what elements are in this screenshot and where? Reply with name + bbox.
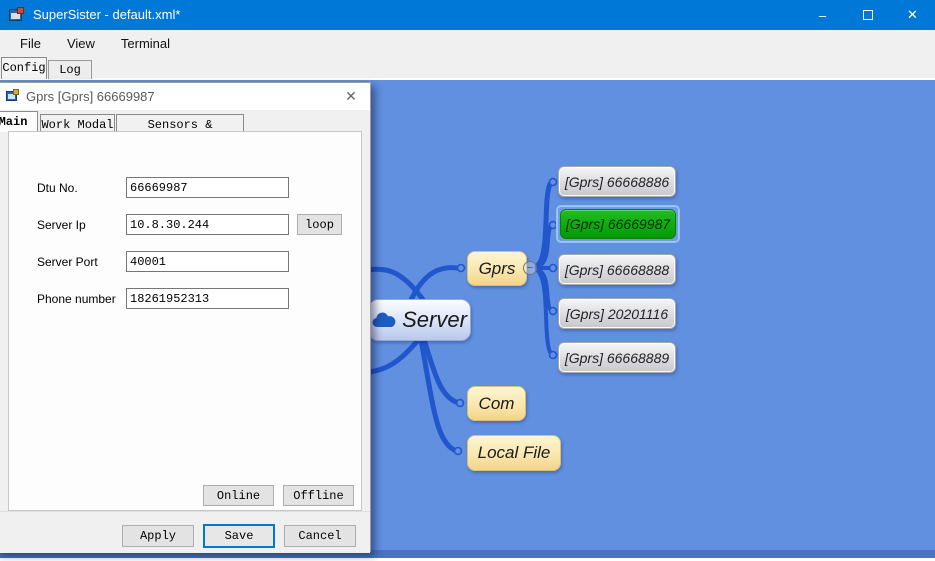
window-title: SuperSister - default.xml* (33, 7, 180, 22)
offline-button[interactable]: Offline (283, 485, 354, 506)
gprs-config-dialog: Gprs [Gprs] 66669987 ✕ Main Work Modal S… (0, 82, 371, 552)
main-tabstrip: Config Log (0, 56, 935, 80)
loop-button[interactable]: loop (297, 214, 342, 235)
mindmap-node-gprs-child[interactable]: [Gprs] 66668889 (558, 342, 676, 373)
dialog-footer: Apply Save Cancel (0, 511, 370, 553)
server-port-field[interactable] (126, 251, 289, 272)
dialog-titlebar[interactable]: Gprs [Gprs] 66669987 ✕ (0, 83, 370, 110)
app-icon (9, 7, 25, 23)
dialog-tab-main[interactable]: Main (0, 111, 38, 132)
mindmap-node-label: Com (479, 394, 515, 414)
cancel-button[interactable]: Cancel (284, 525, 356, 547)
server-ip-label: Server Ip (37, 218, 86, 232)
minimize-button[interactable]: – (800, 0, 845, 30)
dtu-no-label: Dtu No. (37, 181, 78, 195)
tab-config[interactable]: Config (1, 57, 47, 79)
dialog-tabstrip: Main Work Modal Sensors & Confusion (0, 110, 370, 132)
save-button[interactable]: Save (203, 524, 275, 548)
collapse-toggle-icon[interactable]: − (523, 261, 537, 275)
cloud-icon (372, 312, 396, 328)
apply-button[interactable]: Apply (122, 525, 194, 547)
mindmap-node-gprs-child[interactable]: [Gprs] 20201116 (558, 298, 676, 329)
dialog-close-icon[interactable]: ✕ (340, 86, 362, 106)
dialog-tab-sensors-confusion[interactable]: Sensors & Confusion (116, 114, 244, 132)
maximize-icon (863, 10, 873, 20)
dialog-tab-work-modal[interactable]: Work Modal (40, 114, 115, 132)
mindmap-node-gprs-child[interactable]: [Gprs] 66668888 (558, 254, 676, 285)
maximize-button[interactable] (845, 0, 890, 30)
server-ip-field[interactable] (126, 214, 289, 235)
phone-number-field[interactable] (126, 288, 289, 309)
online-button[interactable]: Online (203, 485, 274, 506)
mindmap-node-label: Server (402, 307, 467, 333)
mindmap-node-label: Gprs (479, 259, 516, 279)
mindmap-node-gprs-child-selected[interactable]: [Gprs] 66669987 (560, 209, 676, 239)
close-button[interactable]: ✕ (890, 0, 935, 30)
tab-log[interactable]: Log (48, 60, 92, 79)
dialog-icon (6, 89, 20, 103)
menu-view[interactable]: View (55, 32, 107, 55)
dialog-title: Gprs [Gprs] 66669987 (26, 89, 155, 104)
phone-number-label: Phone number (37, 292, 116, 306)
menubar: File View Terminal (0, 30, 935, 56)
server-port-label: Server Port (37, 255, 98, 269)
menu-file[interactable]: File (8, 32, 53, 55)
dtu-no-field[interactable] (126, 177, 289, 198)
mindmap-node-gprs-child[interactable]: [Gprs] 66668886 (558, 166, 676, 197)
titlebar[interactable]: SuperSister - default.xml* – ✕ (0, 0, 935, 30)
selection-frame: [Gprs] 66669987 (556, 205, 680, 243)
mindmap-node-com[interactable]: Com (467, 386, 526, 421)
app-window: Server Gprs − Com Local File [Gprs] 6666… (0, 0, 935, 561)
menu-terminal[interactable]: Terminal (109, 32, 182, 55)
mindmap-node-gprs[interactable]: Gprs (467, 251, 527, 286)
mindmap-node-local-file[interactable]: Local File (467, 435, 561, 471)
mindmap-node-label: Local File (478, 443, 551, 463)
mindmap-node-server[interactable]: Server (368, 299, 471, 341)
